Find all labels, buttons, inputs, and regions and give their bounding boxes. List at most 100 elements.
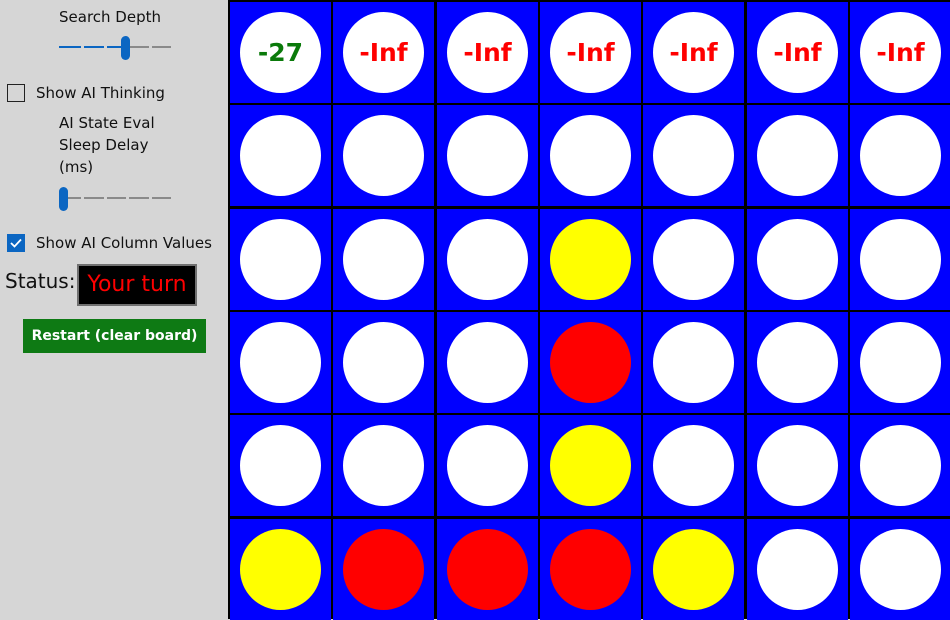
sleep-delay-slider[interactable] [59,187,171,211]
board-cell[interactable] [230,209,331,310]
empty-slot: -27 [240,12,321,93]
slider-tick [104,46,107,48]
slider-tick [126,197,129,199]
board-cell[interactable]: -Inf [747,2,848,103]
board-cell[interactable] [540,209,641,310]
empty-slot [860,425,941,506]
game-board[interactable]: -27 -Inf -Inf -Inf -Inf -Inf -Inf [228,0,950,620]
empty-slot [860,322,941,403]
empty-slot [343,219,424,300]
board-cell[interactable] [437,105,538,206]
board-cell[interactable] [747,415,848,516]
empty-slot [447,219,528,300]
sleep-delay-label-line3: (ms) [59,158,94,176]
board-cell[interactable]: -Inf [437,2,538,103]
board-cell[interactable] [643,519,744,620]
board-cell[interactable] [643,312,744,413]
board-cell[interactable] [850,415,950,516]
empty-slot: -Inf [653,12,734,93]
board-cell[interactable]: -27 [230,2,331,103]
empty-slot [757,322,838,403]
slider-tick [81,46,84,48]
column-value-label: -Inf [773,38,822,67]
empty-slot [757,425,838,506]
sleep-delay-label-line1: AI State Eval [59,114,155,132]
column-value-label: -Inf [359,38,408,67]
board-cell[interactable] [850,312,950,413]
board-cell[interactable] [437,312,538,413]
column-value-label: -Inf [566,38,615,67]
empty-slot [653,425,734,506]
board-cell[interactable] [747,209,848,310]
empty-slot: -Inf [860,12,941,93]
empty-slot: -Inf [343,12,424,93]
board-cell[interactable] [747,105,848,206]
empty-slot [447,115,528,196]
show-ai-thinking-checkbox[interactable] [7,84,25,102]
red-disc [550,529,631,610]
board-cell[interactable] [333,312,434,413]
show-column-values-label: Show AI Column Values [36,234,212,252]
slider-thumb[interactable] [121,36,130,60]
empty-slot [240,219,321,300]
board-cell[interactable] [850,105,950,206]
search-depth-label: Search Depth [59,8,161,26]
board-cell[interactable] [230,415,331,516]
sleep-delay-label-line2: Sleep Delay [59,136,149,154]
restart-button[interactable]: Restart (clear board) [23,319,206,353]
empty-slot: -Inf [550,12,631,93]
board-cell[interactable] [333,415,434,516]
board-cell[interactable] [333,519,434,620]
board-cell[interactable] [850,209,950,310]
board-cell[interactable] [437,415,538,516]
board-cell[interactable] [333,105,434,206]
board-cell[interactable] [540,105,641,206]
empty-slot [860,219,941,300]
red-disc [447,529,528,610]
board-cell[interactable] [333,209,434,310]
show-column-values-checkbox[interactable] [7,234,25,252]
board-cell[interactable] [747,312,848,413]
board-cell[interactable] [540,519,641,620]
board-cell[interactable] [643,105,744,206]
column-value-label: -Inf [876,38,925,67]
board-cell[interactable] [230,519,331,620]
empty-slot [447,425,528,506]
search-depth-slider[interactable] [59,36,171,60]
board-cell[interactable] [643,209,744,310]
empty-slot [343,322,424,403]
status-label: Status: [5,269,76,293]
empty-slot [653,115,734,196]
empty-slot [240,322,321,403]
slider-thumb[interactable] [59,187,68,211]
status-display: Your turn [77,264,197,306]
empty-slot [757,529,838,610]
empty-slot [343,115,424,196]
board-cell[interactable]: -Inf [850,2,950,103]
board-cell[interactable] [540,312,641,413]
board-cell[interactable] [850,519,950,620]
empty-slot: -Inf [447,12,528,93]
red-disc [343,529,424,610]
board-cell[interactable] [230,105,331,206]
empty-slot [550,115,631,196]
board-cell[interactable]: -Inf [540,2,641,103]
settings-panel: Search Depth Show AI Thinking AI State E… [0,0,228,619]
empty-slot [860,115,941,196]
board-cell[interactable] [747,519,848,620]
board-cell[interactable]: -Inf [333,2,434,103]
board-cell[interactable] [540,415,641,516]
board-cell[interactable]: -Inf [643,2,744,103]
empty-slot [343,425,424,506]
slider-track-filled [59,46,125,48]
yellow-disc [550,219,631,300]
empty-slot [240,115,321,196]
empty-slot [757,115,838,196]
board-cell[interactable] [437,519,538,620]
board-cell[interactable] [643,415,744,516]
slider-tick [81,197,84,199]
board-cell[interactable] [230,312,331,413]
slider-tick [149,197,152,199]
column-value-label: -27 [257,38,304,67]
board-cell[interactable] [437,209,538,310]
